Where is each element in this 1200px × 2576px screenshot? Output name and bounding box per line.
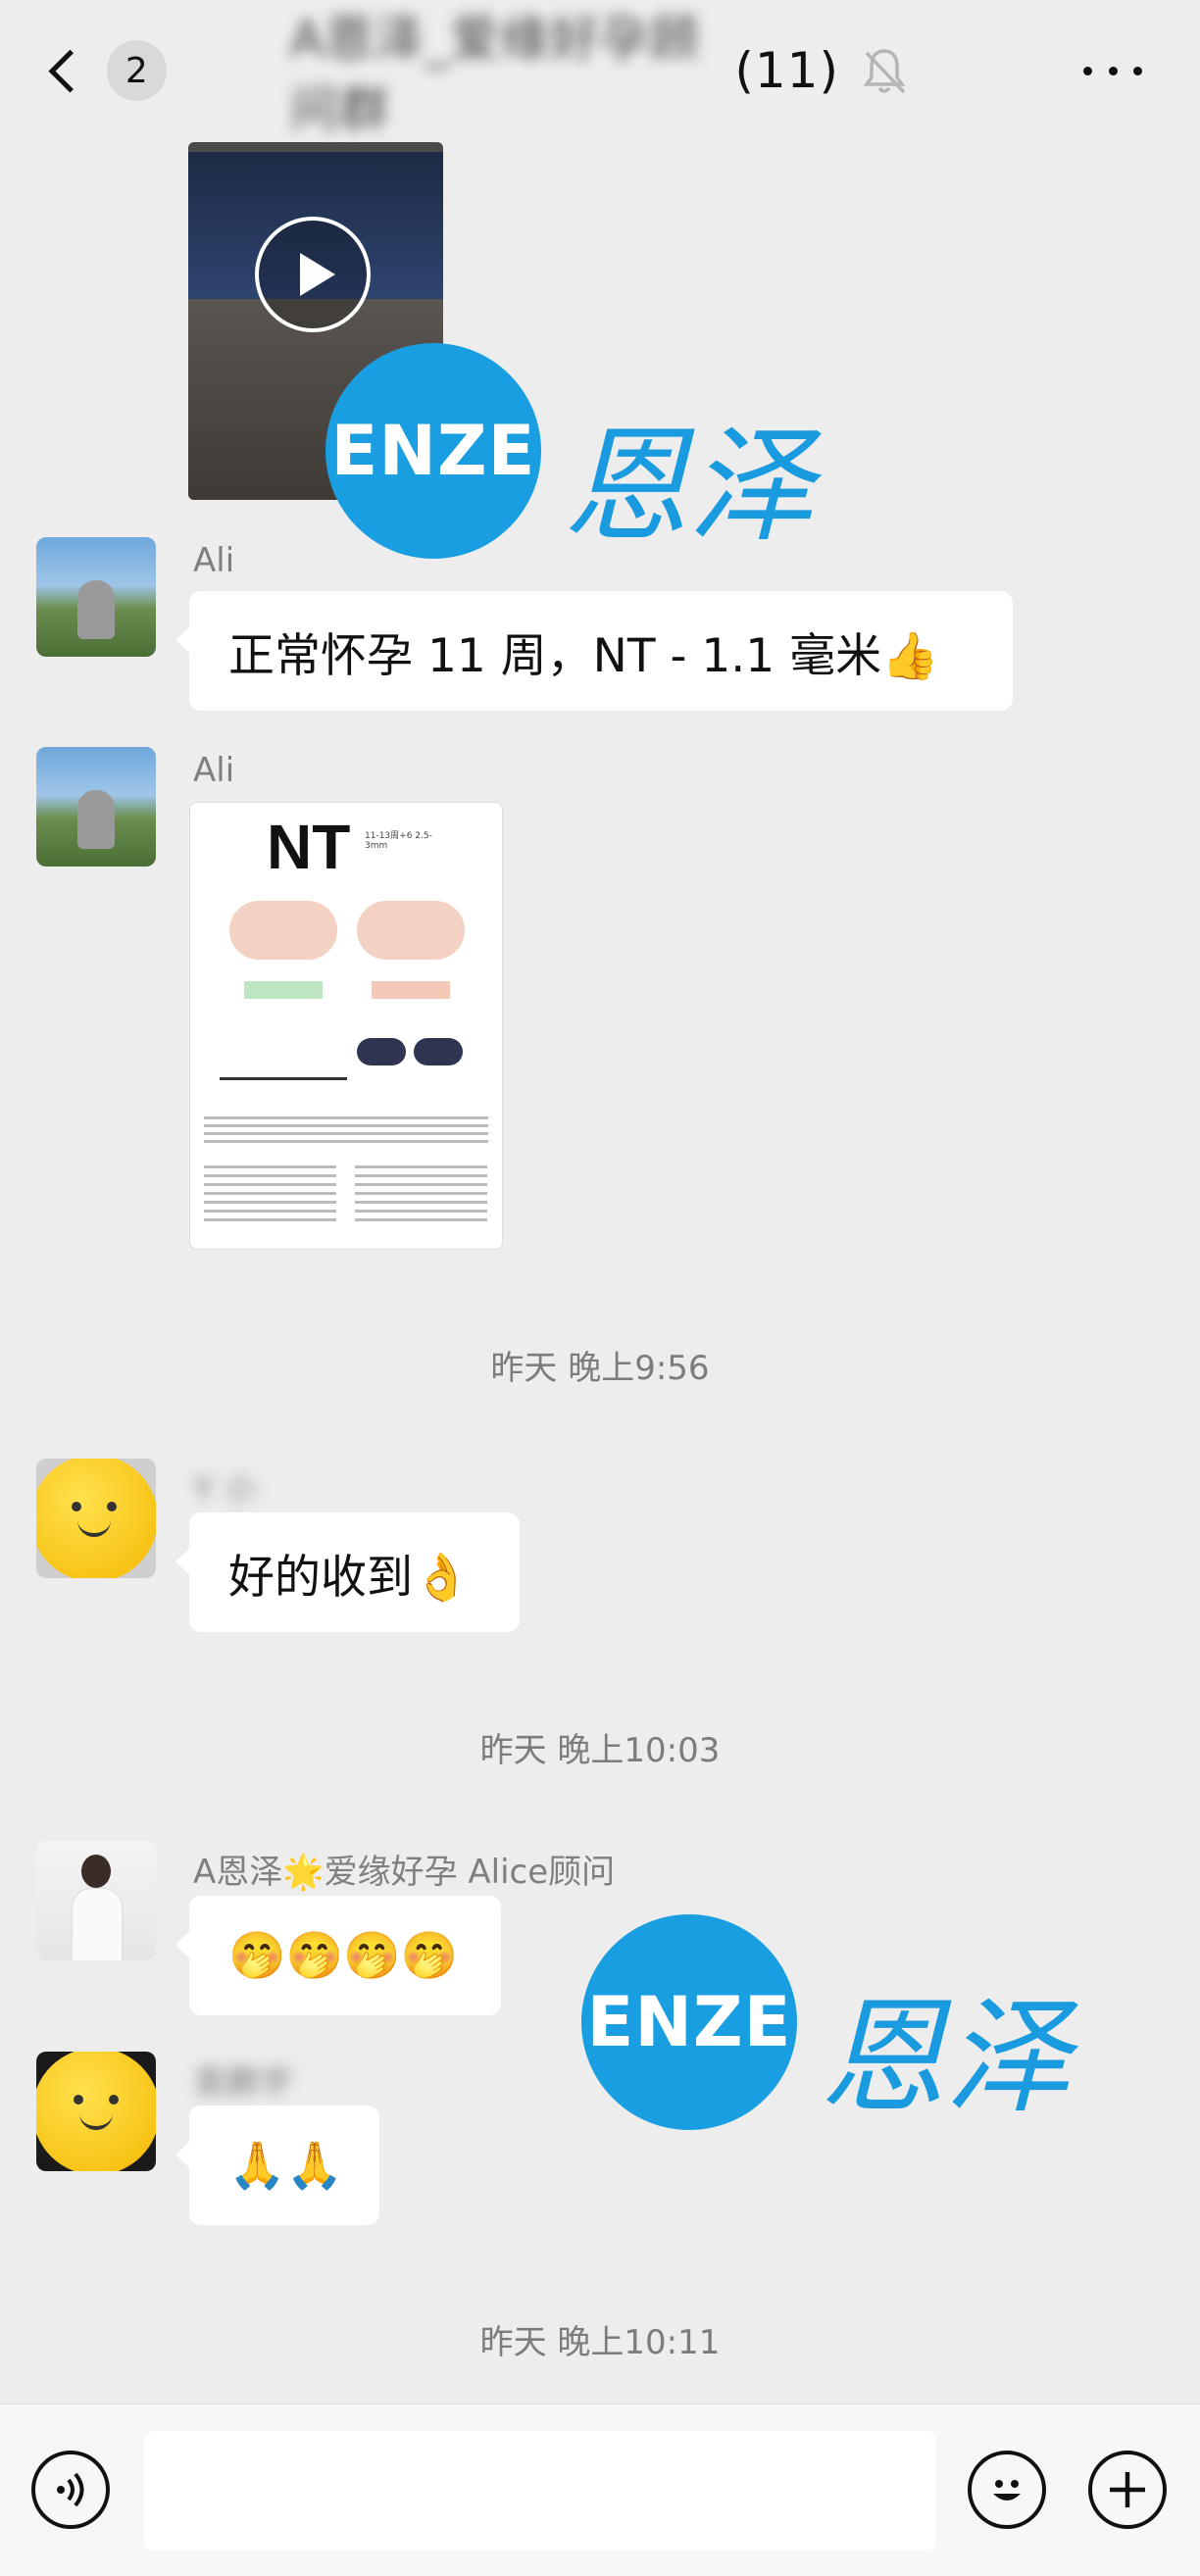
more-dot [1108,66,1118,75]
green-label [244,981,323,999]
watermark-logo: ENZE [581,1914,797,2130]
bubble-tip [175,2141,190,2168]
fetus-illustration [357,901,465,960]
more-icon [1083,66,1092,75]
emoji-icon [993,2480,1021,2501]
timestamp: 昨天 晚上10:03 [479,1731,721,1770]
red-label [372,981,450,999]
timestamp: 昨天 晚上10:11 [479,2323,721,2362]
chat-title-name: A恩泽_爱缘好孕顾问群 [290,11,701,138]
watermark-text: 恩泽 [563,414,815,560]
back-chevron-icon [48,49,92,92]
sender-name: Ali [193,751,235,790]
avatar-person [77,580,115,639]
image-subtitle: 11-13周+6 2.5-3mm [365,831,432,851]
smile-mouth [79,2112,113,2130]
message-text: 🤭🤭🤭🤭 [228,1928,459,1983]
bubble-tip [175,626,190,654]
smile-eye [74,2095,83,2105]
voice-button[interactable] [31,2451,110,2529]
watermark-logo: ENZE [325,343,541,559]
chat-title[interactable]: A恩泽_爱缘好孕顾问群 (11) [290,11,839,138]
text-block [204,1116,488,1146]
message-bubble[interactable]: 正常怀孕 11 周，NT - 1.1 毫米👍 [175,591,1013,711]
dark-shape [414,1038,463,1065]
smile-mouth [77,1519,111,1537]
smile-eye [72,1502,81,1511]
avatar-person [81,1855,111,1888]
smile-emoji [36,2052,156,2171]
text-block [204,1165,336,1224]
bubble-tip [175,1548,190,1575]
sender-name: Ali [193,541,235,580]
more-button[interactable] [1083,59,1142,82]
emoji-button[interactable] [968,2451,1046,2529]
voice-icon [57,2472,84,2507]
message-text: 好的收到👌 [228,1550,471,1605]
smile-emoji [36,1459,156,1578]
avatar-person [77,790,115,849]
sender-name: 袁鹏宇 [193,2063,293,2103]
avatar[interactable] [36,2052,156,2171]
back-button[interactable]: 2 [39,35,167,106]
smile-eye [109,2095,119,2105]
message-bubble[interactable]: 好的收到👌 [175,1512,520,1632]
smile-eye [107,1502,117,1511]
unread-badge: 2 [106,40,167,101]
avatar[interactable] [36,537,156,657]
dark-shape [357,1038,406,1065]
message-bubble[interactable]: 🤭🤭🤭🤭 [175,1896,501,2015]
avatar[interactable] [36,747,156,867]
watermark-logo-text: ENZE [586,1982,792,2062]
avatar-body [72,1888,123,1960]
more-dot [1133,66,1142,75]
fetus-illustration [229,901,337,960]
plus-icon [1110,2472,1145,2507]
image-message[interactable]: NT 11-13周+6 2.5-3mm [189,802,503,1250]
image-title: NT [267,812,351,882]
sender-name: Y 小 [193,1470,258,1510]
bubble-tip [175,1931,190,1958]
message-input[interactable] [144,2431,936,2551]
plus-button[interactable] [1088,2451,1167,2529]
play-icon[interactable] [255,217,371,332]
timestamp: 昨天 晚上9:56 [490,1349,710,1388]
sender-name: A恩泽🌟爱缘好孕 Alice顾问 [193,1853,616,1892]
chart-graphic [220,1028,347,1080]
message-text: 正常怀孕 11 周，NT - 1.1 毫米👍 [228,628,939,683]
avatar[interactable] [36,1459,156,1578]
message-bubble[interactable]: 🙏🙏 [175,2105,379,2225]
message-text: 🙏🙏 [228,2138,344,2193]
watermark-text: 恩泽 [820,1985,1072,2131]
mute-bell-icon [863,49,906,94]
member-count: (11) [734,42,839,99]
watermark-logo-text: ENZE [330,411,536,491]
avatar[interactable] [36,1841,156,1960]
text-block [355,1165,487,1224]
